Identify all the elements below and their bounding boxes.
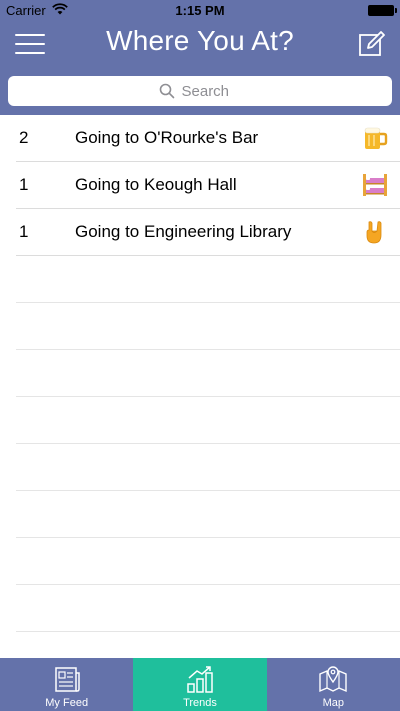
trend-label: Going to Engineering Library	[75, 222, 292, 241]
trend-row[interactable]: 1 Going to Keough Hall	[16, 162, 400, 209]
tab-label: Trends	[183, 697, 217, 709]
empty-row	[16, 303, 400, 350]
search-icon	[159, 83, 174, 99]
rock-hand-icon	[366, 221, 382, 244]
trend-count: 1	[19, 222, 29, 241]
tab-bar: My Feed Trends Map	[0, 658, 400, 711]
empty-row	[16, 444, 400, 491]
search-field[interactable]	[8, 76, 392, 106]
empty-row	[16, 350, 400, 397]
status-bar: Carrier 1:15 PM	[0, 0, 400, 20]
trend-count: 2	[19, 128, 29, 147]
empty-row	[16, 491, 400, 538]
empty-row	[16, 256, 400, 303]
app-screen: Carrier 1:15 PM Where You At? 2	[0, 0, 400, 711]
tab-label: My Feed	[45, 697, 89, 709]
bar-chart-icon	[187, 666, 213, 693]
compose-icon[interactable]	[358, 30, 386, 58]
search-bar	[0, 68, 400, 115]
trend-row[interactable]: 1 Going to Engineering Library	[16, 209, 400, 256]
search-input[interactable]	[181, 82, 242, 100]
trend-label: Going to Keough Hall	[75, 175, 237, 194]
trend-row[interactable]: 2 Going to O'Rourke's Bar	[16, 115, 400, 162]
trends-list: 2 Going to O'Rourke's Bar 1 Going to Keo…	[0, 115, 400, 632]
trend-label: Going to O'Rourke's Bar	[75, 128, 259, 147]
map-pin-icon	[319, 666, 348, 693]
navigation-bar: Where You At?	[0, 20, 400, 68]
tab-label: Map	[322, 697, 345, 709]
empty-row	[16, 585, 400, 632]
battery-icon	[368, 5, 397, 16]
bunk-bed-icon	[363, 174, 387, 196]
tab-map[interactable]: Map	[267, 658, 400, 711]
status-time: 1:15 PM	[175, 3, 225, 18]
tab-my-feed[interactable]: My Feed	[0, 658, 133, 711]
empty-row	[16, 538, 400, 585]
tab-trends[interactable]: Trends	[133, 658, 267, 711]
page-title: Where You At?	[106, 25, 294, 56]
empty-row	[16, 397, 400, 444]
beer-mug-icon	[364, 127, 388, 149]
newspaper-icon	[54, 667, 80, 692]
trend-count: 1	[19, 175, 29, 194]
